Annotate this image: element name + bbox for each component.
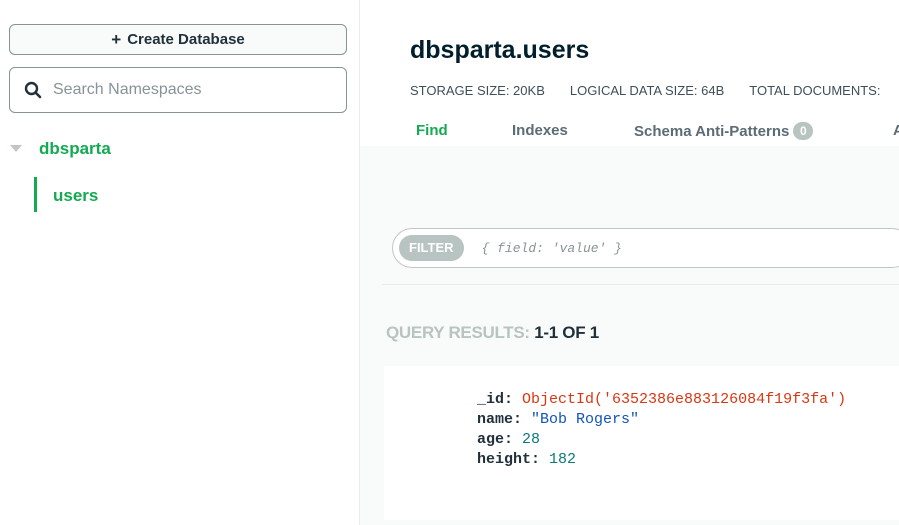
search-namespaces-input[interactable] — [53, 81, 333, 99]
query-results-count: 1-1 OF 1 — [534, 323, 599, 342]
collection-tabs: Find Indexes Schema Anti-Patterns 0 A — [360, 118, 899, 146]
query-results-label: QUERY RESULTS: — [386, 323, 530, 342]
filter-bar[interactable]: FILTER — [392, 228, 899, 268]
divider — [382, 284, 899, 285]
tab-schema-anti-patterns[interactable]: Schema Anti-Patterns 0 — [634, 122, 814, 140]
document-field-id: _id: ObjectId('6352386e883126084f19f3fa'… — [477, 390, 846, 410]
collection-header: dbsparta.users STORAGE SIZE: 20KB LOGICA… — [360, 0, 899, 146]
total-documents-stat: TOTAL DOCUMENTS: — [749, 83, 881, 98]
field-value: 28 — [522, 431, 541, 448]
field-key: height: — [477, 451, 541, 468]
document-field-height: height: 182 — [477, 450, 846, 470]
field-value: "Bob Rogers" — [531, 411, 640, 428]
tab-cut-off[interactable]: A — [893, 122, 899, 139]
schema-count-badge: 0 — [793, 122, 814, 140]
tab-schema-label: Schema Anti-Patterns — [634, 123, 790, 140]
collection-label: users — [53, 186, 99, 205]
database-label: dbsparta — [39, 139, 111, 158]
search-icon — [24, 81, 42, 99]
create-database-button[interactable]: + Create Database — [9, 24, 347, 55]
field-key: name: — [477, 411, 523, 428]
field-value: 182 — [549, 451, 577, 468]
search-namespaces-box[interactable] — [9, 67, 347, 113]
sidebar: + Create Database dbsparta users — [0, 0, 360, 525]
document-field-name: name: "Bob Rogers" — [477, 410, 846, 430]
sidebar-item-collection[interactable]: users — [34, 177, 354, 212]
tab-find[interactable]: Find — [416, 122, 448, 139]
caret-down-icon[interactable] — [10, 145, 22, 152]
tab-indexes[interactable]: Indexes — [512, 122, 568, 139]
namespace-title: dbsparta.users — [410, 36, 590, 64]
sidebar-item-database[interactable]: dbsparta — [0, 137, 359, 161]
collection-stats: STORAGE SIZE: 20KB LOGICAL DATA SIZE: 64… — [410, 83, 899, 98]
logical-data-size-stat: LOGICAL DATA SIZE: 64B — [569, 83, 725, 98]
field-key: _id: — [477, 391, 514, 408]
document-field-age: age: 28 — [477, 430, 846, 450]
document-fields: _id: ObjectId('6352386e883126084f19f3fa'… — [477, 390, 846, 470]
query-results-summary: QUERY RESULTS: 1-1 OF 1 — [386, 323, 599, 343]
field-key: age: — [477, 431, 514, 448]
storage-size-stat: STORAGE SIZE: 20KB — [410, 83, 545, 98]
main-panel: dbsparta.users STORAGE SIZE: 20KB LOGICA… — [360, 0, 899, 525]
filter-label: FILTER — [399, 235, 464, 261]
filter-input[interactable] — [481, 240, 882, 256]
plus-icon: + — [111, 29, 122, 49]
document-card[interactable]: _id: ObjectId('6352386e883126084f19f3fa'… — [384, 366, 899, 520]
create-database-label: Create Database — [127, 31, 245, 48]
field-value: ObjectId('6352386e883126084f19f3fa') — [522, 391, 847, 408]
